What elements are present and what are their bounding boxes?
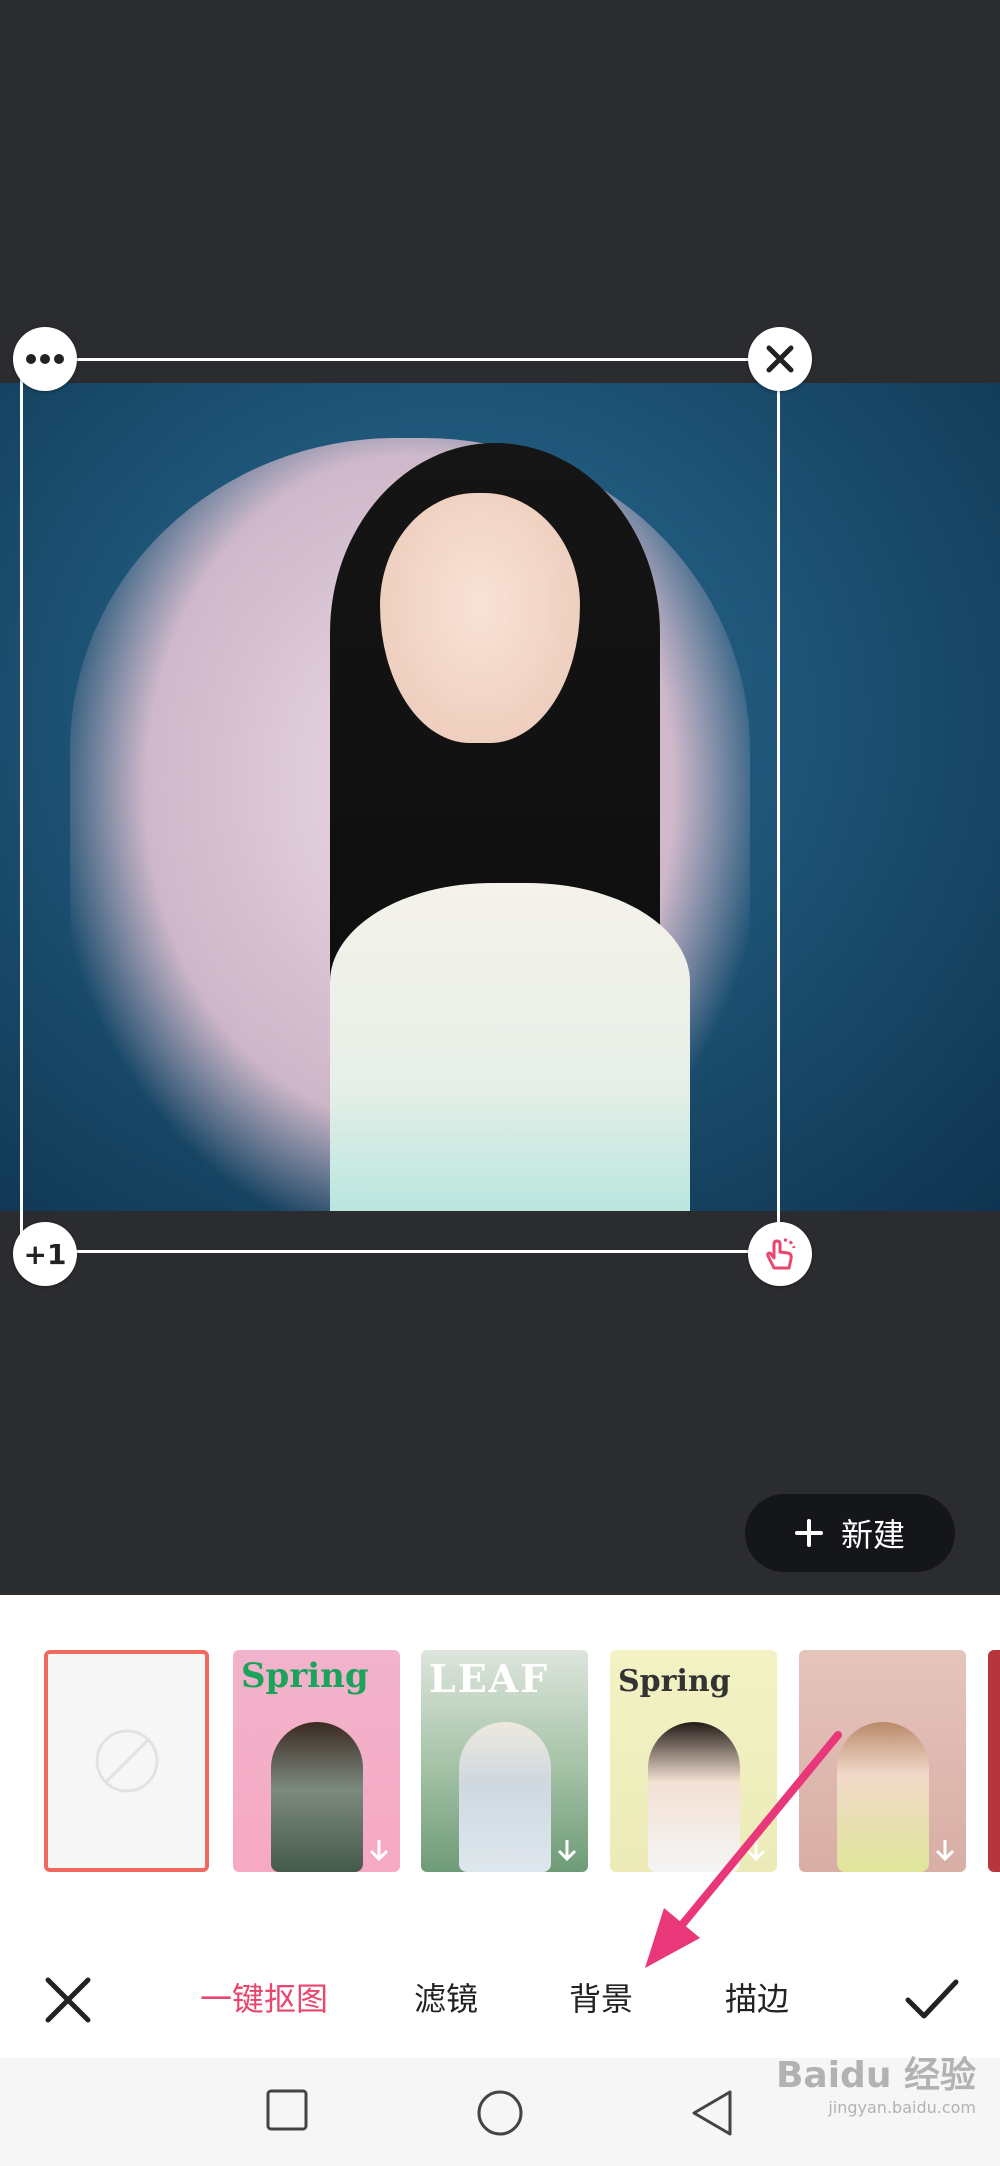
home-circle-icon[interactable] — [475, 2088, 525, 2138]
new-layer-button[interactable]: 新建 — [745, 1494, 955, 1572]
template-person-image — [648, 1722, 740, 1872]
tab-cutout[interactable]: 一键抠图 — [200, 1974, 328, 2020]
download-arrow-icon — [369, 1840, 389, 1862]
template-person-image — [837, 1722, 929, 1872]
back-triangle-icon[interactable] — [690, 2088, 734, 2138]
template-red-partial[interactable] — [988, 1650, 1000, 1872]
template-person-image — [271, 1722, 363, 1872]
baidu-watermark: Baidu 经验 jingyan.baidu.com — [776, 2046, 976, 2117]
download-arrow-icon — [935, 1840, 955, 1862]
confirm-button[interactable] — [902, 1972, 962, 2028]
tab-stroke[interactable]: 描边 — [725, 1974, 789, 2020]
template-title: Spring — [618, 1664, 731, 1699]
template-spring-yellow[interactable]: Spring — [610, 1650, 777, 1872]
template-title: LEAF — [429, 1656, 550, 1701]
new-button-label: 新建 — [840, 1516, 905, 1554]
tab-background[interactable]: 背景 — [569, 1974, 633, 2020]
rotate-scale-handle[interactable] — [748, 1222, 812, 1286]
no-entry-icon — [95, 1729, 158, 1793]
delete-layer-handle[interactable] — [748, 327, 812, 391]
rotate-scale-hand-icon — [766, 1238, 796, 1270]
plus-icon — [794, 1519, 823, 1547]
editor-canvas[interactable]: +1 新建 — [0, 0, 1000, 1595]
template-title: Spring — [241, 1656, 369, 1696]
template-leaf[interactable]: LEAF — [421, 1650, 588, 1872]
duplicate-layer-handle[interactable]: +1 — [13, 1222, 77, 1286]
template-person-image — [459, 1722, 551, 1872]
template-none[interactable] — [44, 1650, 209, 1872]
watermark-text: Baidu 经验 — [775, 2055, 976, 2096]
background-template-strip[interactable]: Spring LEAF Spring — [0, 1650, 1000, 1875]
close-icon — [766, 345, 794, 373]
more-options-handle[interactable] — [13, 327, 77, 391]
template-pink-frame[interactable] — [799, 1650, 966, 1872]
download-arrow-icon — [557, 1840, 577, 1862]
download-arrow-icon — [746, 1840, 766, 1862]
template-spring-pink[interactable]: Spring — [233, 1650, 400, 1872]
watermark-subtext: jingyan.baidu.com — [828, 2098, 976, 2117]
tab-filter[interactable]: 滤镜 — [414, 1974, 478, 2020]
more-dots-icon — [26, 354, 64, 364]
duplicate-label: +1 — [23, 1237, 67, 1271]
selection-box[interactable] — [20, 358, 780, 1253]
recent-apps-square-icon[interactable] — [265, 2088, 309, 2132]
cancel-button[interactable] — [40, 1972, 96, 2028]
